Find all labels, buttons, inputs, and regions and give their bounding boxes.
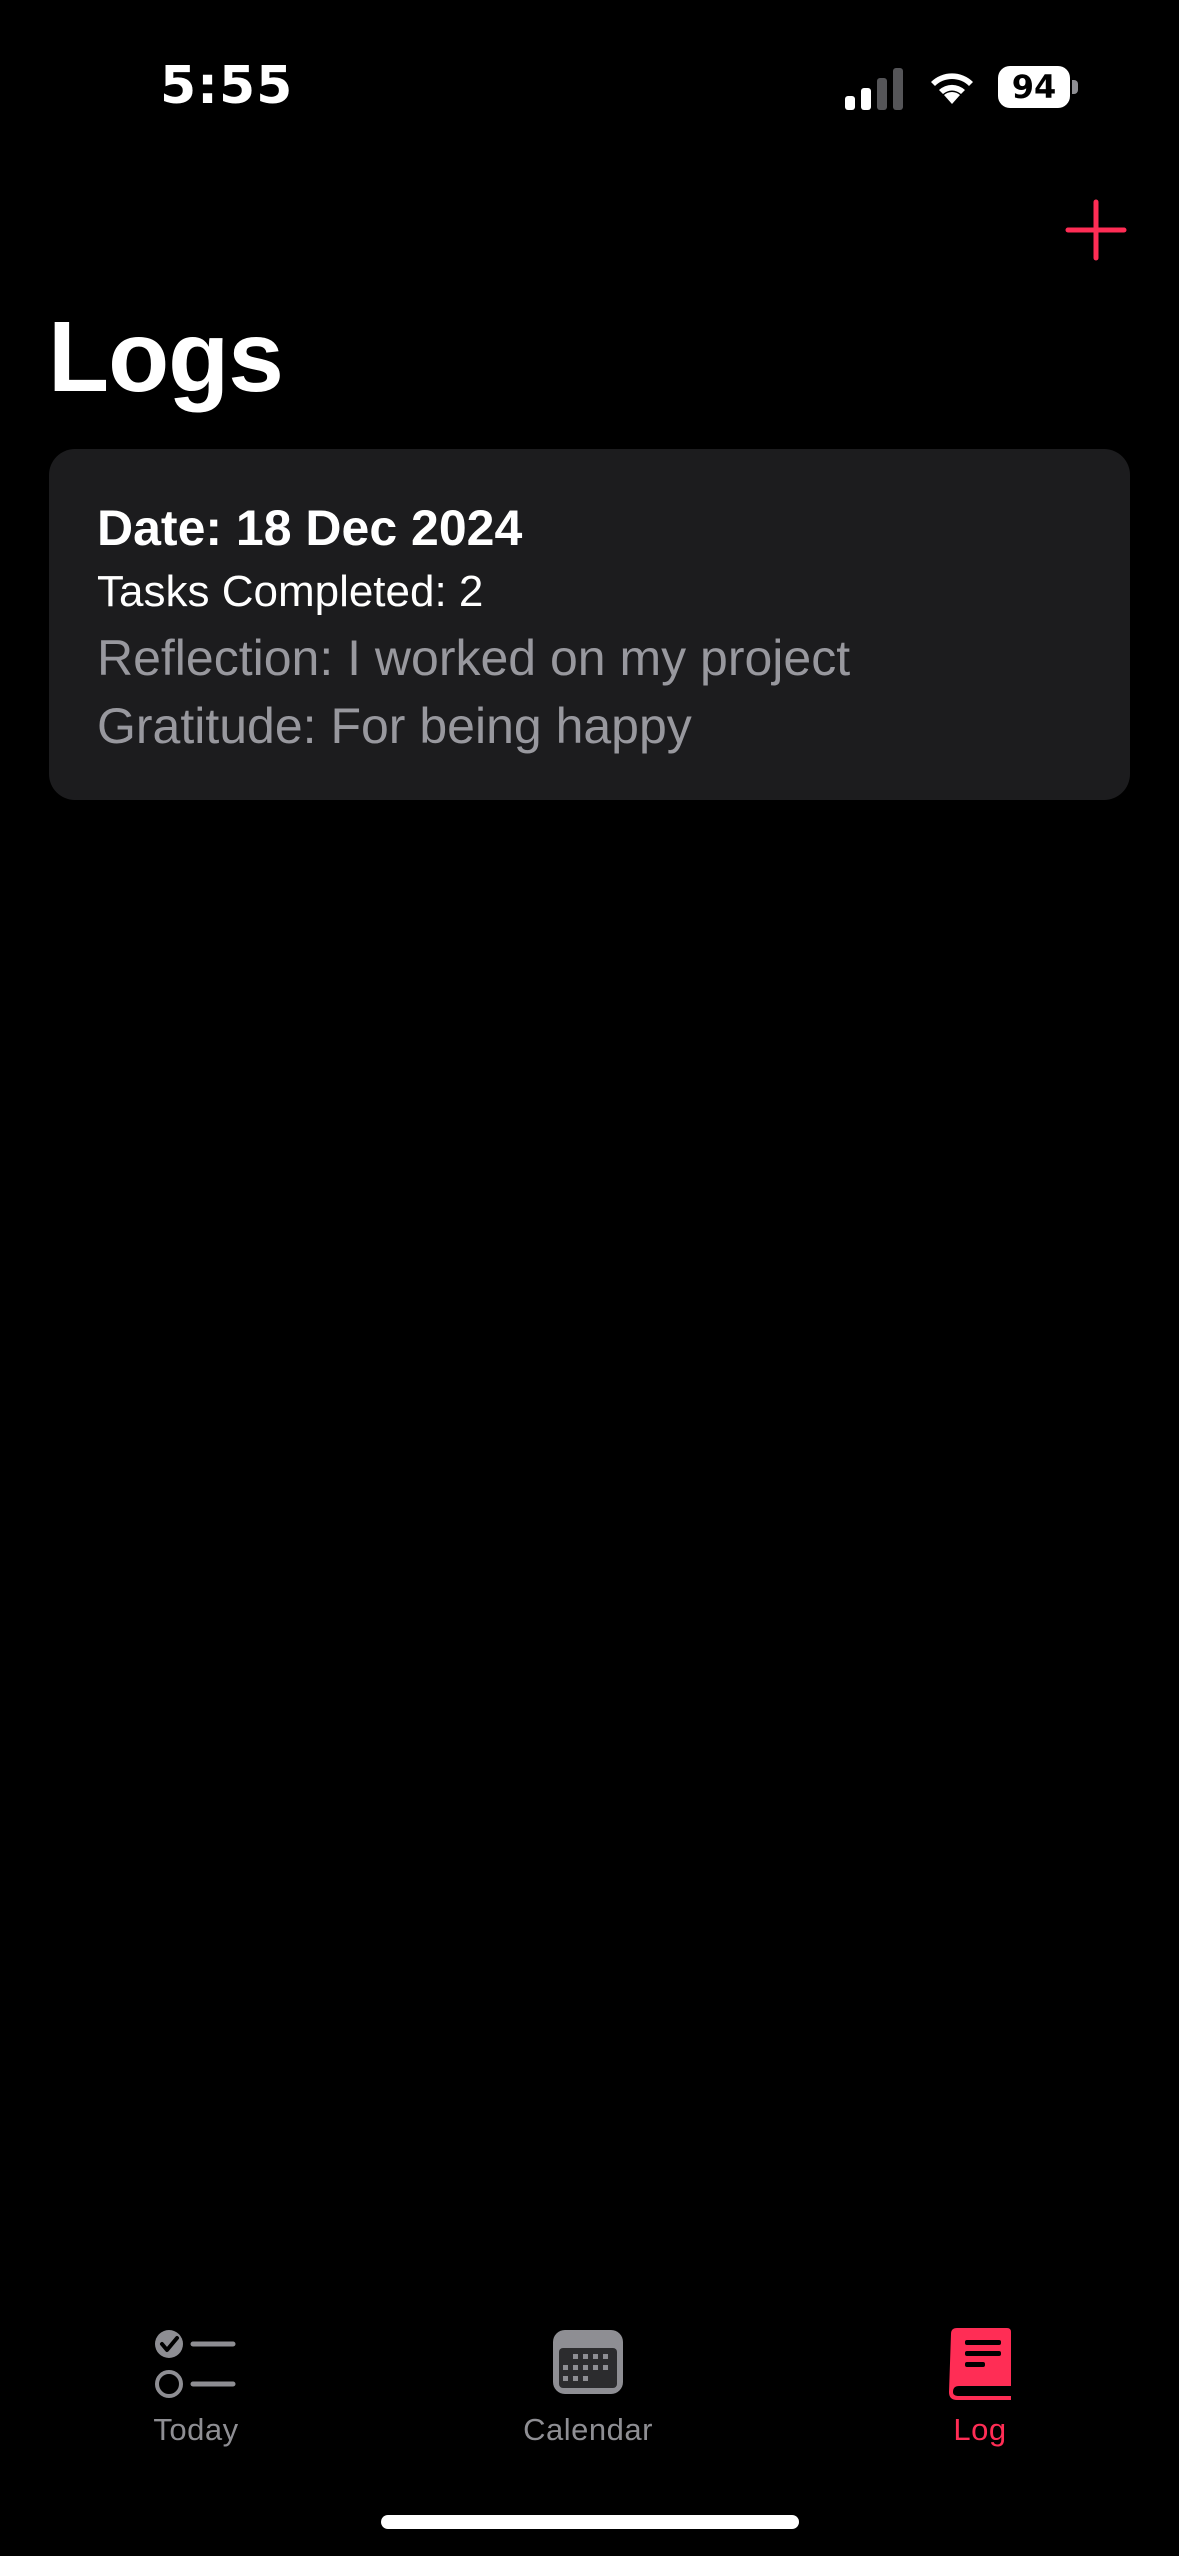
battery-level: 94: [1011, 68, 1057, 106]
log-date: Date: 18 Dec 2024: [97, 500, 523, 556]
log-gratitude: Gratitude: For being happy: [97, 698, 692, 754]
tab-today[interactable]: Today: [46, 2300, 346, 2470]
book-icon: [949, 2328, 1011, 2400]
status-bar: 5:55 94: [0, 0, 1179, 150]
tab-calendar[interactable]: Calendar: [438, 2300, 738, 2470]
tab-label-log: Log: [953, 2412, 1007, 2447]
status-time: 5:55: [160, 56, 294, 116]
page-title: Logs: [48, 301, 284, 413]
log-tasks-completed: Tasks Completed: 2: [97, 567, 484, 616]
tab-label-calendar: Calendar: [523, 2412, 653, 2447]
tab-log[interactable]: Log: [830, 2300, 1130, 2470]
home-indicator[interactable]: [381, 2515, 799, 2529]
log-entry-card[interactable]: Date: 18 Dec 2024 Tasks Completed: 2 Ref…: [49, 449, 1130, 800]
log-reflection: Reflection: I worked on my project: [97, 630, 851, 686]
battery-indicator: 94: [998, 66, 1078, 108]
plus-icon[interactable]: [1064, 198, 1128, 262]
calendar-icon: [553, 2330, 623, 2394]
tab-bar: Today Calendar Log: [0, 2300, 1179, 2480]
wifi-icon: [931, 73, 973, 104]
checklist-icon: [155, 2330, 236, 2398]
tab-label-today: Today: [153, 2412, 239, 2447]
battery-tip: [1072, 80, 1078, 94]
cellular-signal-icon: [845, 68, 903, 110]
